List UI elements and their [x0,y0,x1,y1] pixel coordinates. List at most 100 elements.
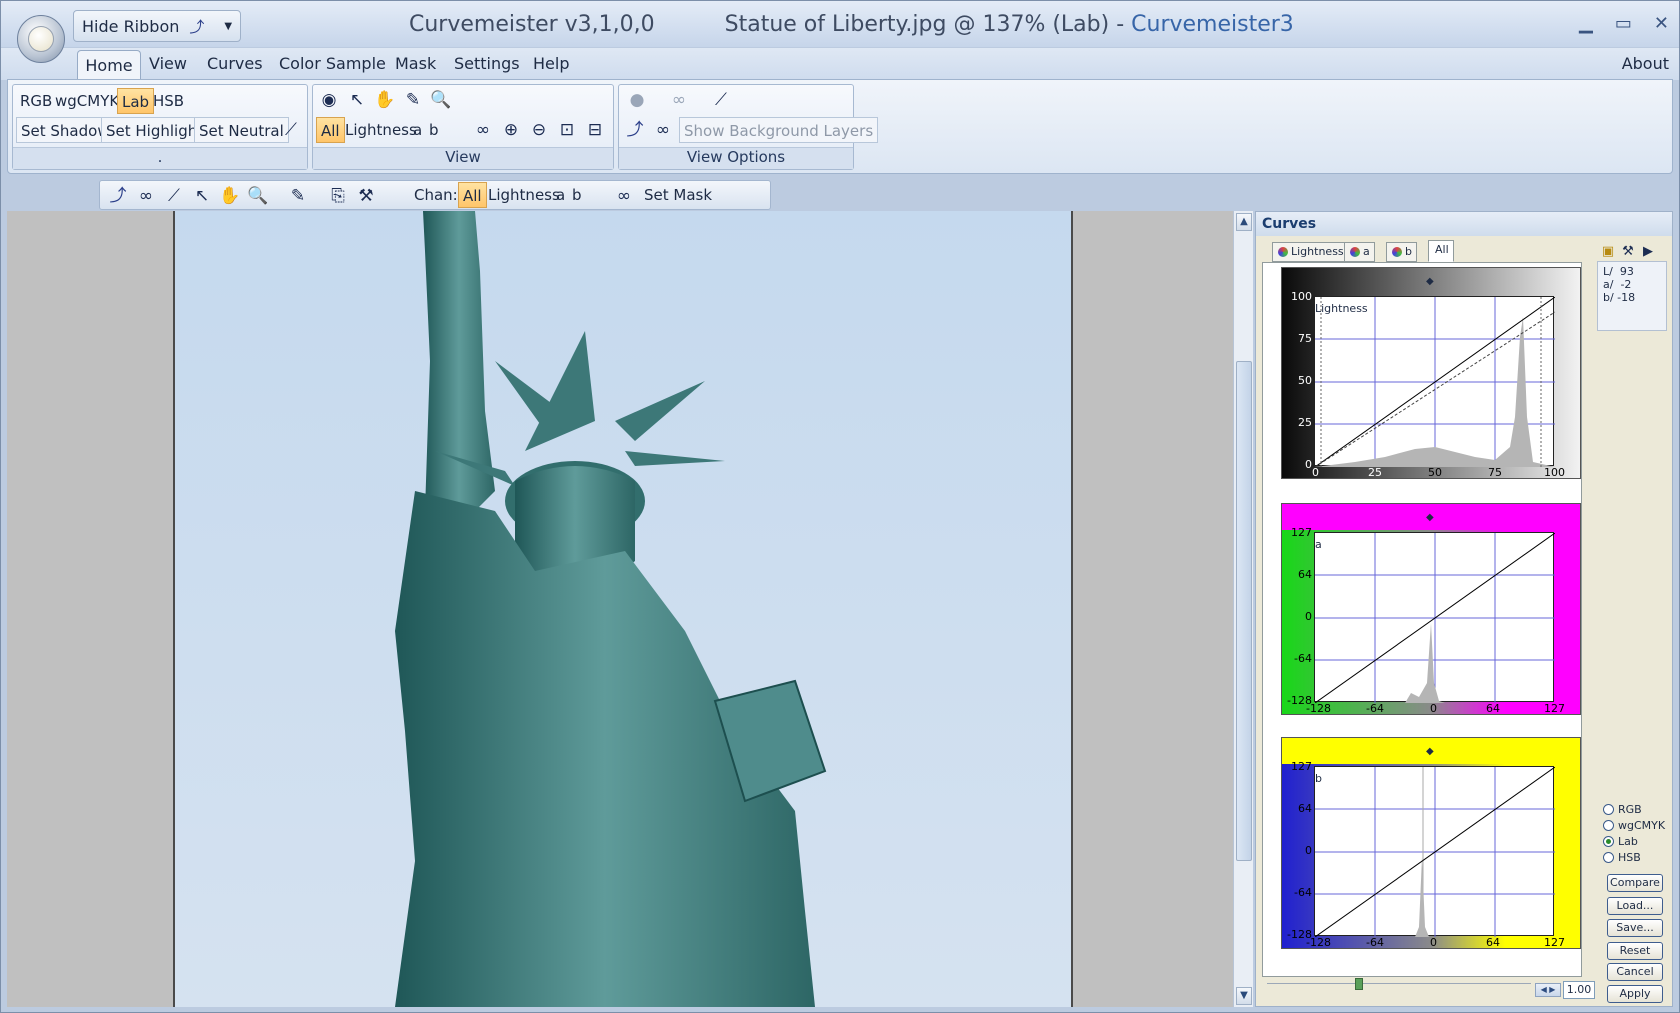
set-neutral-button[interactable]: Set Neutral [194,117,289,143]
apply-button[interactable]: Apply [1607,985,1663,1003]
menu-color-sample[interactable]: Color Sample [279,54,386,73]
tab-lightness[interactable]: Lightness [1272,242,1349,262]
zoom-icon[interactable]: 🔍 [246,184,270,208]
scroll-up-icon[interactable]: ▲ [1236,213,1252,231]
tool-strip: ⤴ ∞ ⟋ ↖ ✋ 🔍 ✎ ⎘ ⚒ Chan: All Lightness a … [99,180,771,210]
menu-home[interactable]: Home [77,50,141,81]
set-highlight-button[interactable]: Set Highlight [101,117,209,143]
y-tick: 25 [1298,416,1312,429]
zoom-actual-icon[interactable]: ⊟ [583,118,607,142]
menu-mask[interactable]: Mask [395,54,436,73]
curve-tool-icon[interactable]: ⤴ [106,184,130,208]
qat-dropdown-icon[interactable]: ▼ [224,21,232,32]
menu-view[interactable]: View [149,54,187,73]
arrow-pointer-icon[interactable]: ↖ [345,88,369,112]
a-plot[interactable] [1314,532,1555,703]
histogram-arrow-icon[interactable]: ◆ [1426,746,1434,757]
a-curve-box[interactable]: ◆ a 127 64 0 -64 -128 -128 -64 0 64 127 [1281,503,1581,715]
arrow-pointer-icon[interactable]: ↖ [190,184,214,208]
zoom-icon[interactable]: 🔍 [429,88,453,112]
histogram-arrow-icon[interactable]: ◆ [1426,276,1434,287]
mode-hsb-button[interactable]: HSB [149,88,188,114]
zoom-fit-icon[interactable]: ⊡ [555,118,579,142]
view-group-label: View [313,147,613,169]
mask-icon[interactable]: ∞ [134,184,158,208]
eyedropper-icon[interactable]: ✎ [286,184,310,208]
radio-wgcmyk[interactable]: wgCMYK [1603,819,1665,832]
radio-hsb[interactable]: HSB [1603,851,1641,864]
scroll-down-icon[interactable]: ▼ [1236,987,1252,1005]
image-canvas-area[interactable] [7,211,1233,1007]
curve-display-icon[interactable]: ⟋ [709,88,733,112]
menu-help[interactable]: Help [533,54,569,73]
curves-panel-title: Curves [1256,212,1672,236]
channel-dot-icon [1278,247,1288,257]
mask-icon[interactable]: ∞ [612,184,636,208]
copy-icon[interactable]: ⎘ [326,184,350,208]
zoom-slider-knob[interactable] [1355,978,1363,990]
zoom-out-icon[interactable]: ⊖ [527,118,551,142]
chan-a-button[interactable]: a [552,182,569,208]
mask-toggle-icon[interactable]: ∞ [651,118,675,142]
wrench-icon[interactable]: ⚒ [354,184,378,208]
curve-tool-icon[interactable]: ⤴ [189,16,204,37]
zoom-slider[interactable] [1267,978,1531,997]
curve-tool-icon[interactable]: ⤴ [623,118,647,142]
chan-all-button[interactable]: All [458,182,487,208]
b-curve-box[interactable]: ◆ b 127 64 0 -64 -128 -128 -64 0 64 127 [1281,737,1581,949]
auto-curve-icon[interactable]: ⟋ [279,118,303,142]
hand-icon[interactable]: ✋ [218,184,242,208]
maximize-icon[interactable]: ▭ [1615,13,1632,34]
curvemeister-icon[interactable]: ◉ [317,88,341,112]
chan-b-button[interactable]: b [568,182,586,208]
show-background-layers-button[interactable]: Show Background Layers [679,117,879,143]
x-tick: 75 [1488,466,1502,479]
mode-wgcmyk-button[interactable]: wgCMYK [51,88,123,114]
scroll-thumb[interactable] [1236,361,1252,861]
set-mask-button[interactable]: Set Mask [640,182,716,208]
zoom-in-icon[interactable]: ⊕ [499,118,523,142]
x-tick: 127 [1544,936,1565,949]
mask-overlay-icon[interactable]: ∞ [667,88,691,112]
histogram-arrow-icon[interactable]: ◆ [1426,512,1434,523]
load-button[interactable]: Load... [1607,897,1663,915]
about-link[interactable]: About [1622,54,1669,73]
y-tick: -64 [1294,886,1312,899]
view-b-button[interactable]: b [425,117,443,143]
tab-all[interactable]: All [1428,240,1454,262]
lightness-curve-box[interactable]: ◆ Lightness 100 75 50 25 0 0 25 50 75 10… [1281,267,1581,479]
readout-l: L/ 93 [1603,265,1634,278]
close-icon[interactable]: ✕ [1654,13,1669,34]
layer-circle-icon[interactable]: ● [625,88,649,112]
lightness-plot[interactable] [1314,296,1555,467]
reset-button[interactable]: Reset [1607,942,1663,960]
hand-icon[interactable]: ✋ [373,88,397,112]
compare-button[interactable]: Compare [1607,874,1663,892]
app-orb-button[interactable] [17,15,65,63]
b-plot[interactable] [1314,766,1555,937]
menu-curves[interactable]: Curves [207,54,263,73]
zoom-value-field[interactable]: 1.00 [1563,981,1595,999]
eyedropper-icon[interactable]: ✎ [401,88,425,112]
cancel-button[interactable]: Cancel [1607,963,1663,981]
vertical-scrollbar[interactable]: ▲ ▼ [1233,211,1253,1007]
y-tick: 0 [1305,458,1312,471]
auto-curve-icon[interactable]: ⟋ [162,184,186,208]
save-button[interactable]: Save... [1607,919,1663,937]
tab-b[interactable]: b [1386,242,1417,262]
minimize-icon[interactable]: ▁ [1579,13,1593,34]
radio-rgb[interactable]: RGB [1603,803,1642,816]
color-readout: L/ 93 a/ -2 b/ -18 [1597,261,1667,331]
app-window: Hide Ribbon ⤴ ▼ Curvemeister v3,1,0,0 St… [0,0,1680,1013]
mask-icon[interactable]: ∞ [471,118,495,142]
set-shadow-button[interactable]: Set Shadow [16,117,115,143]
hide-ribbon-button[interactable]: Hide Ribbon [82,17,179,36]
y-tick: 127 [1291,760,1312,773]
zoom-spinner-icon[interactable]: ◀ ▶ [1535,983,1561,997]
ribbon-group-view-options: ● ∞ ⟋ ⤴ ∞ Show Background Layers View Op… [618,84,879,170]
view-a-button[interactable]: a [409,117,426,143]
tab-a[interactable]: a [1344,242,1375,262]
radio-lab[interactable]: Lab [1603,835,1638,848]
window-controls: ▁ ▭ ✕ [1579,13,1669,34]
menu-settings[interactable]: Settings [454,54,520,73]
